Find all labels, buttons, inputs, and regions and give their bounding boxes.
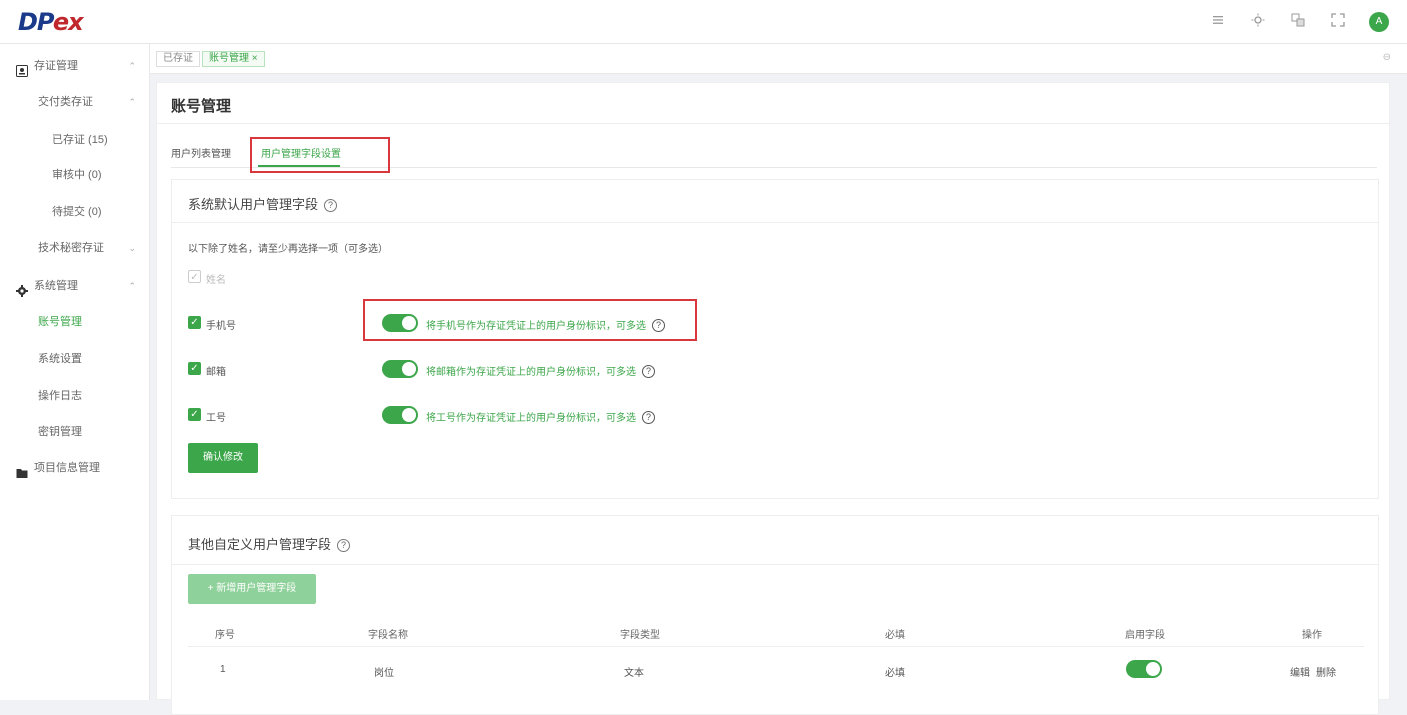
- header-actions: A: [1209, 12, 1389, 32]
- menu-icon[interactable]: [1209, 13, 1227, 31]
- highlight-box: [250, 137, 390, 173]
- highlight-box: [363, 299, 697, 341]
- sidebar-item-certified[interactable]: 已存证 (15): [0, 126, 150, 154]
- default-fields-card: 系统默认用户管理字段? 以下除了姓名，请至少再选择一项（可多选） ✓ 姓名 ✓ …: [171, 179, 1379, 499]
- certificate-icon: [16, 60, 28, 77]
- checkbox-label-name: 姓名: [206, 275, 226, 286]
- section-title: 系统默认用户管理字段?: [188, 194, 338, 213]
- sidebar-item-system-settings[interactable]: 系统设置: [0, 345, 150, 373]
- section-title-text: 系统默认用户管理字段: [188, 197, 319, 212]
- logo-letter-d: D: [18, 8, 38, 36]
- sidebar-item-label: 交付类存证: [38, 96, 93, 108]
- table-row: 1 岗位 文本 必填 编辑 删除: [172, 660, 1378, 684]
- toggle-email-identity[interactable]: [382, 360, 418, 378]
- field-hint: 以下除了姓名，请至少再选择一项（可多选）: [188, 244, 388, 255]
- help-icon[interactable]: ?: [642, 365, 655, 378]
- sidebar: 存证管理 ⌃ 交付类存证 ⌃ 已存证 (15) 审核中 (0) 待提交 (0) …: [0, 44, 150, 700]
- divider: [172, 564, 1378, 565]
- sidebar-item-pending-submit[interactable]: 待提交 (0): [0, 198, 150, 226]
- gear-icon: [16, 280, 28, 297]
- sidebar-item-label: 密钥管理: [38, 426, 82, 438]
- checkbox-email[interactable]: ✓: [188, 362, 201, 375]
- toggle-label-text: 将工号作为存证凭证上的用户身份标识，可多选: [426, 413, 636, 424]
- sidebar-item-label: 技术秘密存证: [38, 242, 104, 254]
- sidebar-item-tech-secret-certificates[interactable]: 技术秘密存证 ⌄: [0, 234, 150, 262]
- chevron-up-icon: ⌃: [128, 281, 136, 291]
- custom-fields-table: 序号 字段名称 字段类型 必填 启用字段 操作 1 岗位 文本 必填 编辑 删除: [172, 626, 1378, 706]
- custom-fields-card: 其他自定义用户管理字段? + 新增用户管理字段 序号 字段名称 字段类型 必填 …: [171, 515, 1379, 715]
- page-title: 账号管理: [171, 98, 232, 115]
- help-icon[interactable]: ?: [324, 199, 338, 212]
- toggle-employee-id-identity[interactable]: [382, 406, 418, 424]
- translate-icon[interactable]: [1289, 13, 1307, 31]
- section-title: 其他自定义用户管理字段?: [188, 534, 351, 553]
- folder-icon: [16, 462, 28, 478]
- sidebar-item-under-review[interactable]: 审核中 (0): [0, 161, 150, 189]
- checkbox-label-email: 邮箱: [206, 367, 226, 378]
- add-user-field-button[interactable]: + 新增用户管理字段: [188, 574, 316, 604]
- sidebar-item-label: 项目信息管理: [34, 462, 100, 474]
- logo-letter-p: P: [36, 8, 54, 36]
- divider: [172, 222, 1378, 223]
- sidebar-item-label: 审核中 (0): [52, 169, 102, 181]
- sun-icon[interactable]: [1249, 13, 1267, 31]
- chevron-up-icon: ⌃: [128, 61, 136, 71]
- column-header-enabled: 启用字段: [1125, 630, 1165, 641]
- cell-index: 1: [220, 664, 226, 675]
- sidebar-item-operation-log[interactable]: 操作日志: [0, 382, 150, 410]
- chevron-up-icon: ⌃: [128, 97, 136, 107]
- checkbox-label-phone: 手机号: [206, 321, 236, 332]
- column-header-required: 必填: [885, 630, 905, 641]
- toggle-label-text: 将邮箱作为存证凭证上的用户身份标识，可多选: [426, 367, 636, 378]
- toggle-label-employee-id: 将工号作为存证凭证上的用户身份标识，可多选?: [426, 409, 655, 424]
- sidebar-item-label: 操作日志: [38, 390, 82, 402]
- section-title-text: 其他自定义用户管理字段: [188, 537, 332, 552]
- tab-options-icon[interactable]: ⊖: [1383, 52, 1391, 63]
- edit-link[interactable]: 编辑: [1290, 664, 1310, 679]
- checkbox-label-employee-id: 工号: [206, 413, 226, 424]
- checkbox-name: ✓: [188, 270, 201, 283]
- divider: [188, 646, 1364, 647]
- fullscreen-icon[interactable]: [1329, 13, 1347, 31]
- confirm-changes-button[interactable]: 确认修改: [188, 443, 258, 473]
- sidebar-item-label: 已存证 (15): [52, 134, 108, 146]
- sidebar-item-certificate-management[interactable]: 存证管理 ⌃: [0, 52, 150, 80]
- column-header-field-type: 字段类型: [620, 630, 660, 641]
- checkbox-employee-id[interactable]: ✓: [188, 408, 201, 421]
- sidebar-item-system-management[interactable]: 系统管理 ⌃: [0, 272, 150, 300]
- toggle-field-enabled[interactable]: [1126, 660, 1162, 678]
- delete-link[interactable]: 删除: [1316, 664, 1336, 679]
- top-bar: DPex A: [0, 0, 1407, 44]
- help-icon[interactable]: ?: [337, 539, 351, 552]
- cell-field-name: 岗位: [374, 668, 394, 679]
- checkbox-phone[interactable]: ✓: [188, 316, 201, 329]
- sidebar-item-project-info-management[interactable]: 项目信息管理: [0, 454, 150, 482]
- logo-letters-ex: ex: [52, 8, 84, 36]
- dpex-logo[interactable]: DPex: [18, 8, 84, 36]
- sidebar-item-label: 待提交 (0): [52, 206, 102, 218]
- sidebar-item-label: 系统设置: [38, 353, 82, 365]
- sidebar-item-label: 系统管理: [34, 280, 78, 292]
- divider: [157, 123, 1391, 124]
- cell-field-type: 文本: [624, 668, 644, 679]
- subtab-user-list[interactable]: 用户列表管理: [171, 145, 231, 160]
- sidebar-item-delivery-certificates[interactable]: 交付类存证 ⌃: [0, 88, 150, 116]
- tab-certified[interactable]: 已存证: [156, 51, 200, 67]
- chevron-down-icon: ⌄: [128, 243, 136, 253]
- page-tab-bar: 已存证 账号管理 × ⊖: [150, 44, 1407, 74]
- sidebar-item-label: 账号管理: [38, 316, 82, 328]
- tab-account-management[interactable]: 账号管理 ×: [202, 51, 265, 67]
- sidebar-item-label: 存证管理: [34, 60, 78, 72]
- help-icon[interactable]: ?: [642, 411, 655, 424]
- user-avatar[interactable]: A: [1369, 12, 1389, 32]
- column-header-field-name: 字段名称: [368, 630, 408, 641]
- cell-required: 必填: [885, 668, 905, 679]
- toggle-label-email: 将邮箱作为存证凭证上的用户身份标识，可多选?: [426, 363, 655, 378]
- sidebar-item-key-management[interactable]: 密钥管理: [0, 418, 150, 446]
- main-content: 账号管理 用户列表管理 用户管理字段设置 系统默认用户管理字段? 以下除了姓名，…: [156, 82, 1391, 715]
- sidebar-item-account-management[interactable]: 账号管理: [0, 308, 150, 336]
- column-header-index: 序号: [215, 630, 235, 641]
- column-header-actions: 操作: [1302, 630, 1322, 641]
